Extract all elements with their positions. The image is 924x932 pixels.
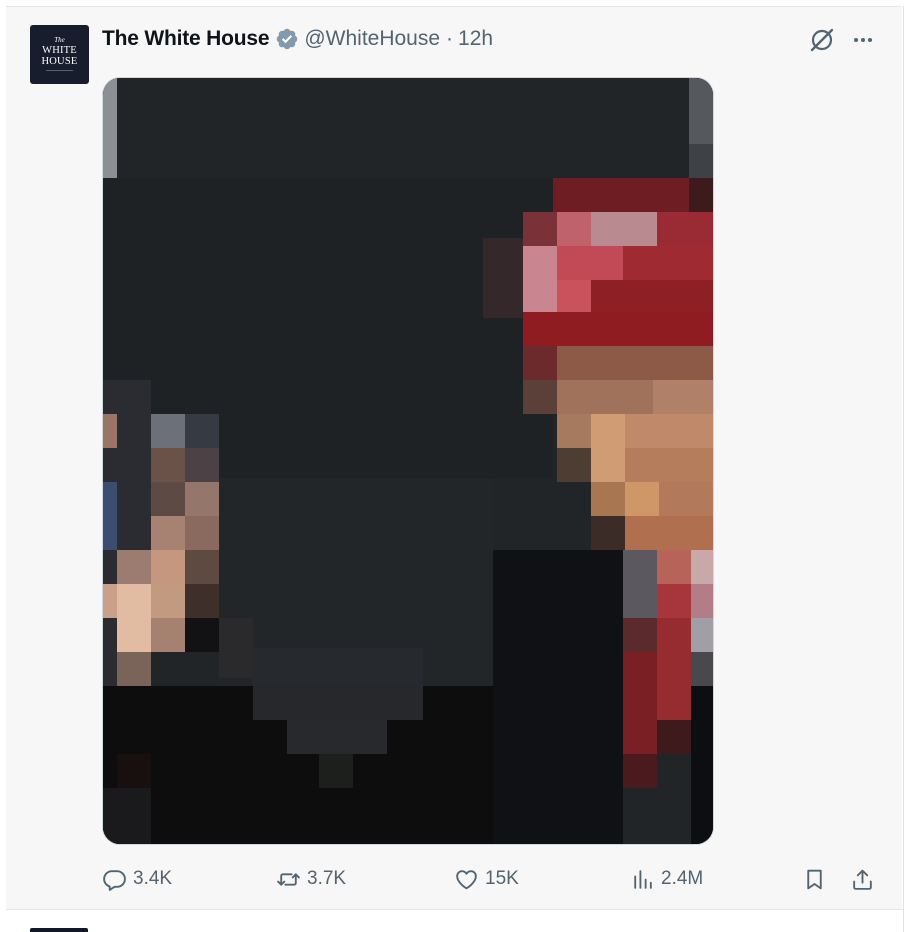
- next-tweet-preview: [6, 910, 903, 932]
- grok-icon[interactable]: [808, 26, 836, 54]
- repost-button[interactable]: 3.7K: [276, 862, 346, 896]
- timestamp[interactable]: 12h: [458, 27, 493, 51]
- separator-dot: ·: [446, 27, 454, 50]
- tweet-media-image[interactable]: [102, 77, 714, 845]
- pixelated-photo: [103, 78, 713, 844]
- next-tweet-avatar: [30, 928, 88, 932]
- avatar-text-line2: WHITE: [42, 45, 77, 56]
- like-count: 15K: [485, 868, 519, 889]
- avatar-text-line1: The: [54, 36, 65, 44]
- timeline-border: [903, 6, 904, 932]
- avatar-text-line3: HOUSE: [41, 56, 78, 67]
- reply-button[interactable]: 3.4K: [102, 862, 172, 896]
- views-button[interactable]: 2.4M: [630, 862, 703, 896]
- heart-icon: [456, 869, 477, 889]
- repost-count: 3.7K: [307, 868, 347, 889]
- handle[interactable]: @WhiteHouse: [304, 27, 440, 51]
- repost-icon: [277, 872, 300, 886]
- engagement-bar: 3.4K 3.7K 15K 2.4M: [102, 862, 882, 896]
- views-count: 2.4M: [661, 868, 704, 889]
- like-button[interactable]: 15K: [454, 862, 519, 896]
- reply-count: 3.4K: [133, 868, 173, 889]
- views-chart-icon: [634, 869, 652, 889]
- bookmark-button[interactable]: [802, 862, 827, 896]
- tweet-header: The White House @WhiteHouse · 12h: [102, 26, 493, 52]
- display-name[interactable]: The White House: [102, 27, 270, 51]
- avatar-rule: [46, 70, 73, 71]
- reply-icon: [103, 869, 126, 891]
- verified-badge-icon[interactable]: [275, 27, 299, 51]
- avatar[interactable]: The WHITE HOUSE: [30, 25, 89, 84]
- bookmark-icon: [807, 869, 822, 889]
- share-button[interactable]: [850, 862, 875, 896]
- more-options-icon[interactable]: [848, 26, 878, 54]
- share-icon: [853, 869, 872, 890]
